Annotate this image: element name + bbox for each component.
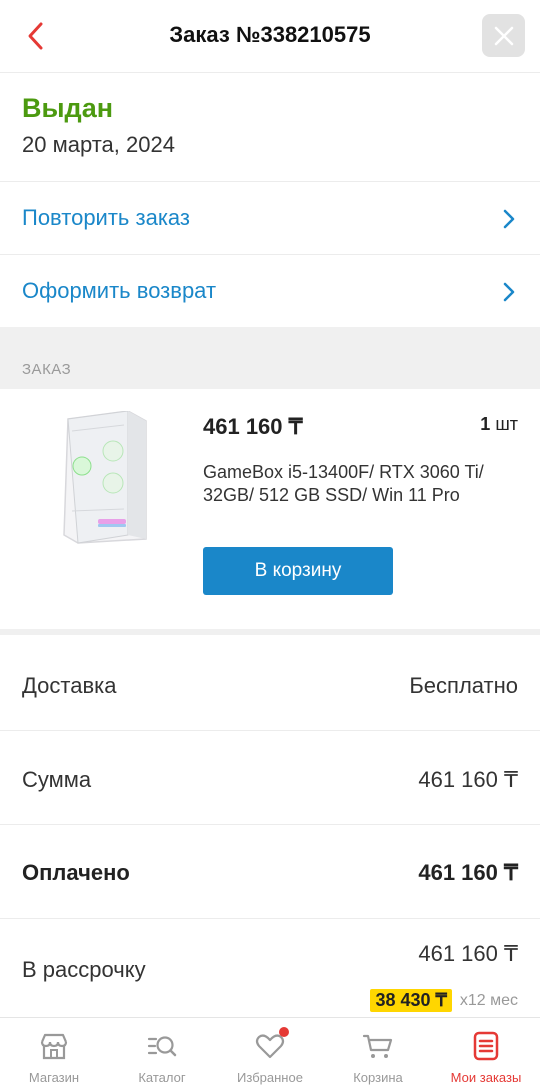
installment-monthly-badge: 38 430 ₸ [370,989,452,1012]
section-label: ЗАКАЗ [22,361,72,378]
repeat-order-label: Повторить заказ [22,205,190,230]
tab-favorites[interactable]: Избранное [216,1018,324,1090]
order-date: 20 марта, 2024 [22,132,175,157]
header: Заказ №338210575 [0,0,540,73]
delivery-value: Бесплатно [409,673,518,698]
return-order-link[interactable]: Оформить возврат [0,255,540,327]
orders-icon [473,1031,499,1061]
order-status: Выдан [22,93,114,123]
chevron-right-icon [503,209,515,229]
tab-label: Избранное [237,1070,303,1085]
catalog-search-icon [147,1036,177,1057]
paid-row: Оплачено 461 160 ₸ [0,825,540,919]
tab-label: Корзина [353,1070,403,1085]
repeat-order-link[interactable]: Повторить заказ [0,182,540,255]
order-section-header: ЗАКАЗ [0,327,540,389]
product-quantity: 1 шт [480,414,518,435]
tab-label: Каталог [138,1070,186,1085]
sum-label: Сумма [22,767,92,792]
installment-row: В рассрочку 461 160 ₸ 38 430 ₸ х12 мес [0,919,540,1019]
product-image[interactable] [58,411,148,545]
notification-dot [279,1027,289,1037]
order-status-block: Выдан [0,73,540,182]
product-price: 461 160 ₸ [203,414,303,439]
sum-row: Сумма 461 160 ₸ [0,731,540,825]
close-icon [494,26,513,45]
chevron-right-icon [503,282,515,302]
tab-my-orders[interactable]: Мои заказы [432,1018,540,1090]
sum-value: 461 160 ₸ [418,767,518,792]
tab-label: Мои заказы [450,1070,522,1085]
product-name[interactable]: GameBox i5-13400F/ RTX 3060 Ti/ 32GB/ 51… [203,461,503,507]
quantity-number: 1 [480,414,491,434]
quantity-unit: шт [495,414,518,434]
cart-icon [362,1034,393,1058]
tab-catalog[interactable]: Каталог [108,1018,216,1090]
product-card: 461 160 ₸ 1 шт GameBox i5-13400F/ RTX 30… [0,389,540,635]
paid-label: Оплачено [22,860,130,885]
return-order-label: Оформить возврат [22,278,217,303]
tab-label: Магазин [28,1070,80,1085]
installment-value: 461 160 ₸ [418,941,518,966]
delivery-row: Доставка Бесплатно [0,635,540,731]
tab-store[interactable]: Магазин [0,1018,108,1090]
page-title: Заказ №338210575 [169,22,371,47]
installment-term: х12 мес [459,992,518,1009]
add-to-cart-button[interactable]: В корзину [203,547,393,595]
delivery-label: Доставка [22,673,117,698]
paid-value: 461 160 ₸ [418,860,518,885]
installment-label: В рассрочку [22,957,146,982]
bottom-tab-bar: Магазин Каталог Избранное Корзина Мои за… [0,1017,540,1090]
close-button[interactable] [482,14,525,57]
store-icon [40,1033,68,1060]
tab-cart[interactable]: Корзина [324,1018,432,1090]
